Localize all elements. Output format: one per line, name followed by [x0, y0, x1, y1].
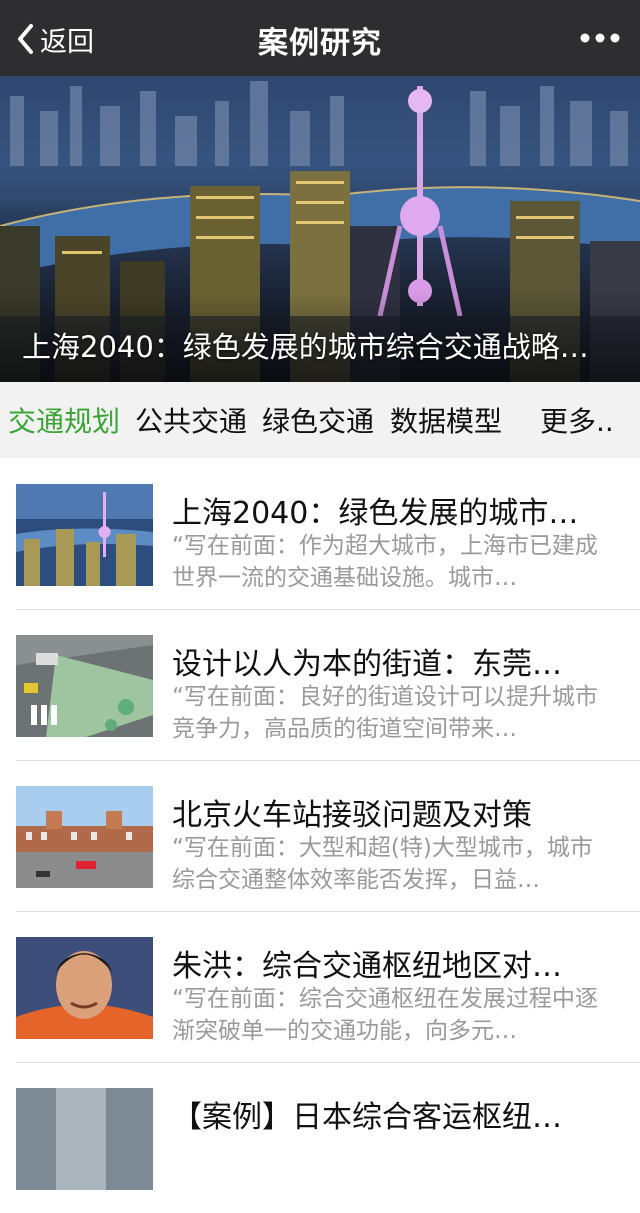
article-title: 朱洪：综合交通枢纽地区对… — [172, 949, 562, 984]
category-tabs: 交通规划 公共交通 绿色交通 数据模型 更多.. — [0, 382, 640, 458]
article-thumbnail — [16, 1088, 153, 1190]
article-thumbnail — [16, 635, 153, 737]
list-item[interactable]: 北京火车站接驳问题及对策 “写在前面：大型和超(特)大型城市，城市综合交通整体效… — [16, 760, 640, 912]
tab-data-models[interactable]: 数据模型 — [390, 400, 502, 440]
article-title: 设计以人为本的街道：东莞… — [172, 647, 562, 682]
list-item[interactable]: 【案例】日本综合客运枢纽… — [16, 1062, 640, 1213]
tab-public-transit[interactable]: 公共交通 — [135, 400, 247, 440]
article-summary: “写在前面：综合交通枢纽在发展过程中逐渐突破单一的交通功能，向多元… — [172, 986, 598, 1044]
article-summary: “写在前面：作为超大城市，上海市已建成世界一流的交通基础设施。城市… — [172, 533, 598, 591]
article-thumbnail — [16, 937, 153, 1039]
banner-caption: 上海2040：绿色发展的城市综合交通战略… — [22, 330, 589, 364]
tab-more[interactable]: 更多.. — [540, 400, 614, 440]
article-summary: “写在前面：大型和超(特)大型城市，城市综合交通整体效率能否发挥，日益… — [172, 835, 593, 893]
article-thumbnail — [16, 484, 153, 586]
article-title: 【案例】日本综合客运枢纽… — [172, 1100, 562, 1135]
tab-traffic-planning[interactable]: 交通规划 — [8, 400, 120, 440]
article-title: 上海2040：绿色发展的城市… — [172, 496, 579, 531]
tab-green-transport[interactable]: 绿色交通 — [262, 400, 374, 440]
more-dots-icon — [580, 28, 620, 48]
featured-banner[interactable]: 上海2040：绿色发展的城市综合交通战略… — [0, 76, 640, 382]
article-summary: “写在前面：良好的街道设计可以提升城市竞争力，高品质的街道空间带来… — [172, 684, 598, 742]
page-title: 案例研究 — [258, 26, 382, 61]
more-button[interactable] — [580, 28, 620, 48]
list-item[interactable]: 设计以人为本的街道：东莞… “写在前面：良好的街道设计可以提升城市竞争力，高品质… — [16, 609, 640, 761]
article-title: 北京火车站接驳问题及对策 — [172, 798, 532, 833]
article-thumbnail — [16, 786, 153, 888]
list-item[interactable]: 朱洪：综合交通枢纽地区对… “写在前面：综合交通枢纽在发展过程中逐渐突破单一的交… — [16, 911, 640, 1063]
nav-bar: 返回 案例研究 — [0, 0, 640, 76]
list-item[interactable]: 上海2040：绿色发展的城市… “写在前面：作为超大城市，上海市已建成世界一流的… — [16, 458, 640, 610]
